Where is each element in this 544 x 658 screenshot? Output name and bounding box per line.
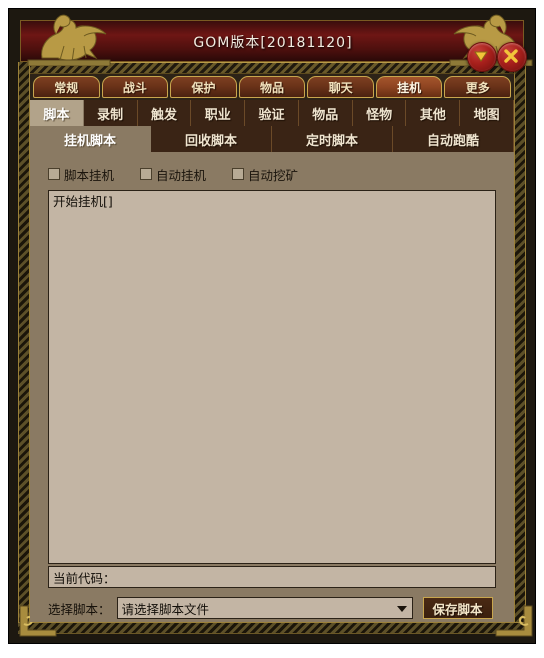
secondary-tab-bar: 脚本 录制 触发 职业 验证 物品 怪物 其他 地图 bbox=[30, 100, 515, 126]
tab-label: 物品 bbox=[312, 107, 339, 123]
tab-yanzheng[interactable]: 验证 bbox=[245, 100, 299, 126]
tab-dingshi-jiaoben[interactable]: 定时脚本 bbox=[272, 126, 393, 152]
triangle-down-icon bbox=[474, 51, 488, 62]
chevron-down-icon bbox=[395, 598, 409, 618]
save-script-button[interactable]: 保存脚本 bbox=[422, 597, 493, 619]
tab-label: 职业 bbox=[204, 107, 231, 123]
checkbox-box[interactable] bbox=[140, 168, 153, 180]
tab-label: 回收脚本 bbox=[184, 133, 237, 149]
tab-label: 保护 bbox=[191, 80, 216, 95]
tab-label: 更多 bbox=[465, 80, 490, 95]
checkbox-label: 自动挖矿 bbox=[248, 167, 299, 183]
tab-jiaoben[interactable]: 脚本 bbox=[30, 100, 84, 126]
tab-panel-body: 脚本挂机 自动挂机 自动挖矿 开始挂机[] 当前代码： 选择脚本： 请选择脚本文… bbox=[30, 152, 514, 622]
tab-gengduo[interactable]: 更多 bbox=[444, 76, 512, 98]
checkbox-box[interactable] bbox=[232, 168, 245, 180]
checkbox-script-afk[interactable]: 脚本挂机 bbox=[48, 165, 114, 184]
script-editor-content: 开始挂机[] bbox=[53, 194, 113, 209]
tab-label: 验证 bbox=[258, 107, 285, 123]
tab-huishou-jiaoben[interactable]: 回收脚本 bbox=[151, 126, 272, 152]
tab-liaotian[interactable]: 聊天 bbox=[307, 76, 374, 98]
tab-zhiye[interactable]: 职业 bbox=[191, 100, 246, 126]
tab-changgui[interactable]: 常规 bbox=[33, 76, 100, 98]
script-select-row: 选择脚本： 请选择脚本文件 保存脚本 bbox=[48, 596, 496, 620]
tab-label: 常规 bbox=[54, 80, 79, 95]
tab-label: 怪物 bbox=[366, 107, 393, 123]
checkbox-label: 脚本挂机 bbox=[64, 167, 115, 183]
window-title: GOM版本[20181120] bbox=[193, 35, 353, 51]
tab-label: 其他 bbox=[419, 107, 446, 123]
tab-label: 战斗 bbox=[122, 80, 147, 95]
tab-baohu[interactable]: 保护 bbox=[170, 76, 237, 98]
tab-guaji[interactable]: 挂机 bbox=[375, 76, 443, 98]
tab-label: 脚本 bbox=[43, 107, 70, 123]
close-button[interactable] bbox=[497, 42, 527, 72]
tab-zhandou[interactable]: 战斗 bbox=[101, 76, 169, 98]
frame-rail-left bbox=[18, 62, 30, 622]
tab-label: 挂机 bbox=[397, 80, 422, 95]
tab-guaji-jiaoben[interactable]: 挂机脚本 bbox=[30, 126, 151, 152]
script-select-dropdown[interactable]: 请选择脚本文件 bbox=[116, 597, 413, 619]
tab-guaiwu[interactable]: 怪物 bbox=[352, 100, 407, 126]
frame-rail-right bbox=[514, 62, 526, 622]
tab-luzhi[interactable]: 录制 bbox=[83, 100, 138, 126]
tab-label: 物品 bbox=[260, 80, 285, 95]
current-code-label: 当前代码： bbox=[53, 570, 116, 586]
save-script-label: 保存脚本 bbox=[432, 601, 483, 617]
close-x-icon bbox=[504, 49, 518, 63]
primary-tab-bar: 常规 战斗 保护 物品 聊天 挂机 更多 bbox=[30, 74, 514, 100]
title-gold-band bbox=[18, 62, 526, 74]
tab-zidong-paoku[interactable]: 自动跑酷 bbox=[393, 126, 514, 152]
script-select-value: 请选择脚本文件 bbox=[121, 601, 210, 617]
frame-bottom-band bbox=[18, 622, 526, 634]
minimize-button[interactable] bbox=[467, 42, 497, 72]
tertiary-tab-bar: 挂机脚本 回收脚本 定时脚本 自动跑酷 bbox=[30, 126, 514, 152]
checkbox-label: 自动挂机 bbox=[156, 167, 207, 183]
tab-label: 自动跑酷 bbox=[426, 133, 479, 149]
tab-chufa[interactable]: 触发 bbox=[137, 100, 192, 126]
options-row: 脚本挂机 自动挂机 自动挖矿 bbox=[48, 164, 348, 184]
script-editor-textarea[interactable]: 开始挂机[] bbox=[48, 190, 496, 564]
app-window: GOM版本[20181120] 常规 战斗 保护 物品 聊天 挂机 更多 脚本 … bbox=[8, 8, 536, 644]
tab-label: 录制 bbox=[97, 107, 124, 123]
title-bar: GOM版本[20181120] bbox=[20, 20, 524, 62]
tab-ditu[interactable]: 地图 bbox=[460, 100, 515, 126]
current-code-field[interactable]: 当前代码： bbox=[48, 566, 496, 588]
checkbox-auto-mining[interactable]: 自动挖矿 bbox=[232, 165, 298, 184]
tab-label: 定时脚本 bbox=[305, 133, 358, 149]
tab-label: 触发 bbox=[150, 107, 177, 123]
checkbox-box[interactable] bbox=[48, 168, 60, 180]
tab-label: 挂机脚本 bbox=[63, 133, 116, 149]
tab-qita[interactable]: 其他 bbox=[406, 100, 461, 126]
script-select-label: 选择脚本： bbox=[48, 601, 111, 617]
tab-label: 地图 bbox=[473, 107, 500, 123]
checkbox-auto-afk[interactable]: 自动挂机 bbox=[140, 165, 206, 184]
tab-wupin[interactable]: 物品 bbox=[238, 76, 306, 98]
tab-wupin-sub[interactable]: 物品 bbox=[298, 100, 353, 126]
tab-label: 聊天 bbox=[328, 80, 353, 95]
